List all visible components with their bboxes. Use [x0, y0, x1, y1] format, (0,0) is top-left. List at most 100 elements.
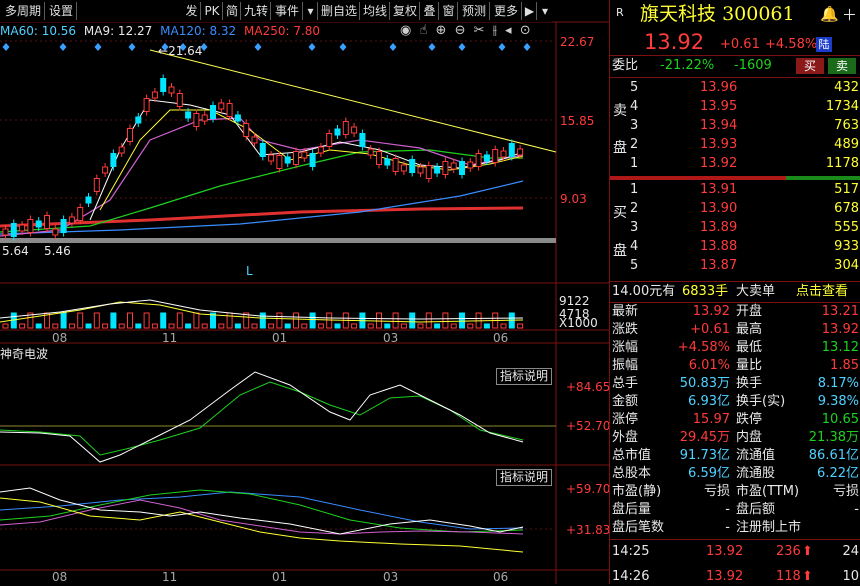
zoom-out-icon[interactable]: ⊖ — [455, 23, 466, 38]
publish-button[interactable]: 发 — [183, 2, 201, 20]
event-button[interactable]: 事件 — [272, 2, 303, 20]
hand-icon[interactable]: ☝ — [419, 23, 427, 38]
ma9-value: MA9: 12.27 — [83, 24, 153, 38]
diamond-marker-icon[interactable] — [458, 43, 466, 51]
candle — [326, 129, 333, 151]
volume-bars — [2, 312, 524, 329]
ask-bid-ratio-bar — [786, 176, 860, 180]
dropdown-icon[interactable]: ▾ — [304, 2, 318, 20]
stat-row: 盘后笔数 - 注册制上市 — [610, 519, 860, 537]
diamond-marker-icon[interactable] — [498, 43, 506, 51]
timeline-icon[interactable]: ⫲ — [493, 23, 497, 38]
candle — [143, 94, 150, 116]
candle — [52, 225, 59, 239]
diamond-marker-icon[interactable] — [308, 43, 316, 51]
order-book-row[interactable]: 1 13.92 1178 — [610, 155, 860, 173]
order-book-row[interactable]: 1 13.91 517 — [610, 181, 860, 199]
overlay-button[interactable]: 叠 — [421, 2, 439, 20]
order-level: 1 — [630, 156, 639, 171]
menu-icon[interactable]: ▾ — [538, 2, 552, 20]
quote-panel: R 旗天科技 300061 🔔 ＋ 13.92 +0.61 +4.58% 陆 委… — [609, 0, 860, 584]
zoom-in-icon[interactable]: ⊕ — [436, 23, 447, 38]
candle — [409, 155, 416, 177]
stat-row: 总手 50.83万 换手 8.17% — [610, 375, 860, 393]
sell-button[interactable]: 卖 — [828, 58, 856, 74]
big-order-row[interactable]: 14.00元有 6833手 大卖单 点击查看 — [610, 283, 860, 301]
diamond-marker-icon[interactable] — [339, 43, 347, 51]
event-markers[interactable] — [2, 43, 531, 51]
order-price: 13.93 — [700, 137, 738, 152]
volume-bar — [93, 312, 100, 329]
bell-icon[interactable]: 🔔 — [820, 5, 839, 23]
ma9-line — [89, 99, 524, 221]
cut-icon[interactable]: ✂ — [474, 23, 485, 38]
add-icon[interactable]: ＋ — [842, 4, 857, 25]
volume-bar — [425, 312, 432, 329]
tick-count: 10 — [842, 569, 859, 584]
stat-value: 10.65 — [821, 412, 859, 427]
candle — [276, 151, 283, 173]
order-book-row[interactable]: 4 13.95 1734 — [610, 98, 860, 116]
candle — [135, 113, 142, 127]
order-book-row[interactable]: 3 13.94 763 — [610, 117, 860, 135]
order-book-row[interactable]: 3 13.89 555 — [610, 219, 860, 237]
diamond-marker-icon[interactable] — [128, 43, 136, 51]
settings-icon[interactable]: ⊙ — [520, 23, 531, 38]
stat-value: 13.12 — [821, 340, 859, 355]
diamond-marker-icon[interactable] — [59, 43, 67, 51]
indicator1-help-button[interactable]: 指标说明 — [496, 368, 552, 385]
diamond-marker-icon[interactable] — [94, 43, 102, 51]
diamond-marker-icon[interactable] — [523, 43, 531, 51]
stat-label: 开盘 — [736, 304, 763, 319]
tick-volume: 118 — [776, 569, 801, 584]
candle — [367, 145, 374, 159]
tick-count: 24 — [842, 544, 859, 559]
order-book-row[interactable]: 5 13.87 304 — [610, 257, 860, 275]
pk-button[interactable]: PK — [202, 2, 223, 20]
eye-icon[interactable]: ◉ — [400, 23, 411, 38]
trend-line — [149, 49, 557, 153]
volume-bar — [434, 323, 441, 329]
volume-bar — [467, 323, 474, 329]
date-label: 01 — [272, 570, 288, 584]
volume-bar — [284, 323, 291, 329]
multi-period-button[interactable]: 多周期 — [2, 2, 45, 20]
indicator2-help-button[interactable]: 指标说明 — [496, 469, 552, 486]
remove-watchlist-button[interactable]: 删自选 — [319, 2, 360, 20]
forecast-button[interactable]: 预测 — [459, 2, 490, 20]
stat-label: 盘后额 — [736, 502, 776, 517]
stat-label: 振幅 — [612, 358, 639, 373]
ma120-value: MA120: 8.32 — [160, 24, 237, 38]
ma-button[interactable]: 均线 — [361, 2, 390, 20]
volume-bar — [118, 323, 125, 329]
order-price: 13.95 — [700, 99, 738, 114]
order-book-row[interactable]: 2 13.93 489 — [610, 136, 860, 154]
volume-bar — [201, 323, 208, 329]
diamond-marker-icon[interactable] — [254, 43, 262, 51]
diamond-marker-icon[interactable] — [389, 43, 397, 51]
arrow-icon[interactable]: ▶ — [523, 2, 537, 20]
price-band — [0, 238, 556, 243]
more-button[interactable]: 更多 — [491, 2, 522, 20]
order-book-row[interactable]: 4 13.88 933 — [610, 238, 860, 256]
buy-button[interactable]: 买 — [796, 58, 824, 74]
stock-title: 旗天科技 300061 — [640, 3, 795, 25]
diamond-marker-icon[interactable] — [2, 43, 10, 51]
order-book-row[interactable]: 5 13.96 432 — [610, 79, 860, 97]
kline-chart-area[interactable] — [0, 0, 609, 584]
stat-row: 金额 6.93亿 换手(实) 9.38% — [610, 393, 860, 411]
indicator2-line-white — [0, 487, 524, 535]
stat-row: 盘后量 - 盘后额 - — [610, 501, 860, 519]
indicator2-axis-label: +59.70 — [566, 482, 611, 496]
nine-turn-button[interactable]: 九转 — [242, 2, 271, 20]
prev-icon[interactable]: ◂ — [505, 23, 512, 38]
order-book-row[interactable]: 2 13.90 678 — [610, 200, 860, 218]
diamond-marker-icon[interactable] — [428, 43, 436, 51]
stat-value: 29.45万 — [679, 430, 730, 445]
big-order-view-link[interactable]: 点击查看 — [796, 283, 848, 301]
adjust-button[interactable]: 复权 — [391, 2, 420, 20]
window-button[interactable]: 窗 — [440, 2, 458, 20]
volume-bar — [301, 323, 308, 329]
settings-button[interactable]: 设置 — [46, 2, 77, 20]
simple-button[interactable]: 简 — [224, 2, 241, 20]
